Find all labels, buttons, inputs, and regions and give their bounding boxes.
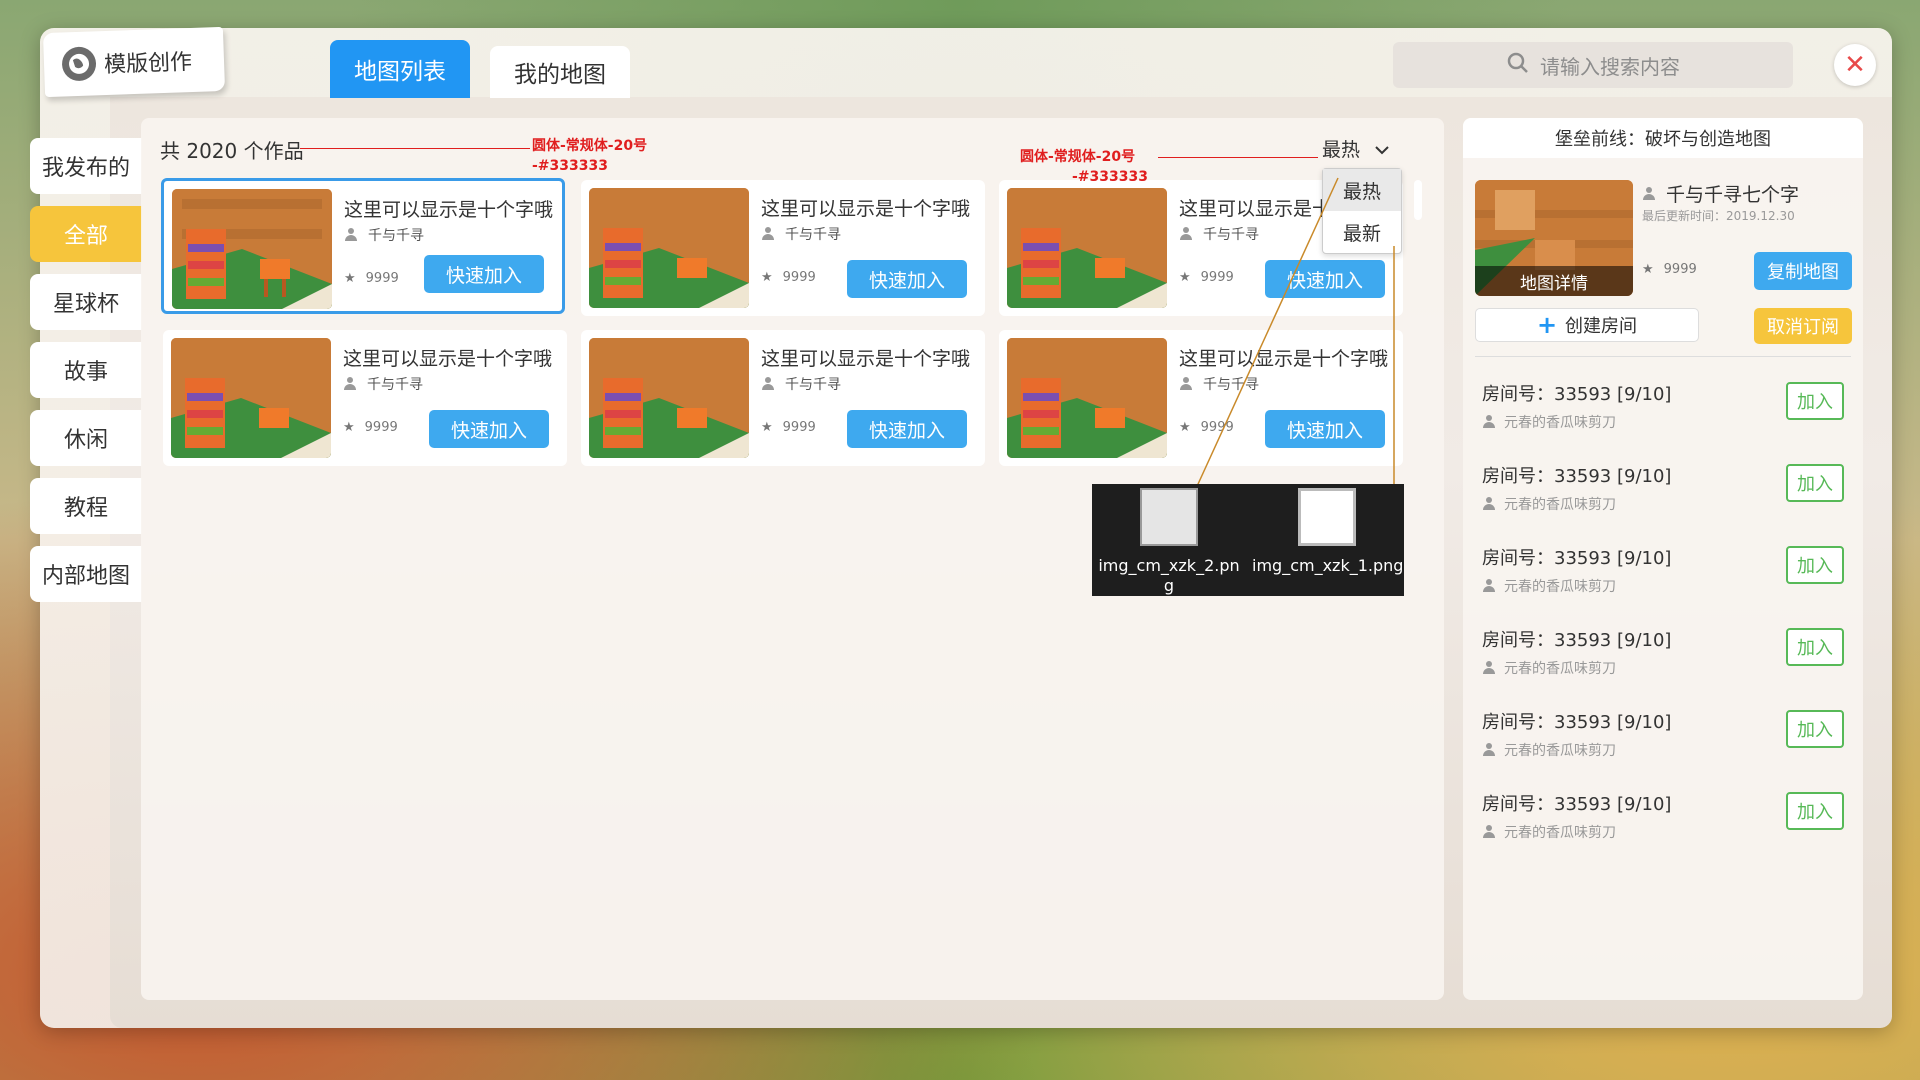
person-icon <box>1482 825 1496 839</box>
owner-name: 元春的香瓜味剪刀 <box>1504 661 1616 677</box>
plus-icon: + <box>1536 311 1558 339</box>
person-icon <box>1482 743 1496 757</box>
join-room-button[interactable]: 加入 <box>1786 792 1844 830</box>
asset-item: img_cm_xzk_1.png <box>1252 488 1404 576</box>
join-room-button[interactable]: 加入 <box>1786 710 1844 748</box>
join-room-button[interactable]: 加入 <box>1786 464 1844 502</box>
room-row: 房间号：33593 [9/10] 元春的香瓜味剪刀 加入 <box>1482 462 1852 532</box>
room-row: 房间号：33593 [9/10] 元春的香瓜味剪刀 加入 <box>1482 790 1852 860</box>
owner-name: 元春的香瓜味剪刀 <box>1504 825 1616 841</box>
owner-name: 元春的香瓜味剪刀 <box>1504 579 1616 595</box>
person-icon <box>1482 415 1496 429</box>
author-name: 千与千寻七个字 <box>1666 184 1800 206</box>
person-icon <box>1482 497 1496 511</box>
room-number: 房间号：33593 [9/10] <box>1482 384 1672 405</box>
room-owner: 元春的香瓜味剪刀 <box>1482 494 1616 514</box>
rating-value: 9999 <box>1663 262 1697 277</box>
star-icon: ★ <box>1642 262 1654 277</box>
room-number: 房间号：33593 [9/10] <box>1482 466 1672 487</box>
owner-name: 元春的香瓜味剪刀 <box>1504 743 1616 759</box>
room-row: 房间号：33593 [9/10] 元春的香瓜味剪刀 加入 <box>1482 708 1852 778</box>
room-row: 房间号：33593 [9/10] 元春的香瓜味剪刀 加入 <box>1482 544 1852 614</box>
detail-header: 堡垒前线：破坏与创造地图 <box>1463 118 1863 158</box>
room-row: 房间号：33593 [9/10] 元春的香瓜味剪刀 加入 <box>1482 626 1852 696</box>
person-icon <box>1642 186 1656 201</box>
join-room-button[interactable]: 加入 <box>1786 628 1844 666</box>
unsubscribe-button[interactable]: 取消订阅 <box>1754 308 1852 344</box>
map-detail-label: 地图详情 <box>1475 266 1633 296</box>
asset-preview: img_cm_xzk_2.png img_cm_xzk_1.png <box>1092 484 1404 596</box>
room-owner: 元春的香瓜味剪刀 <box>1482 576 1616 596</box>
room-owner: 元春的香瓜味剪刀 <box>1482 658 1616 678</box>
join-room-button[interactable]: 加入 <box>1786 382 1844 420</box>
asset-filename: img_cm_xzk_1.png <box>1252 556 1404 575</box>
asset-item: img_cm_xzk_2.png <box>1094 488 1244 596</box>
room-owner: 元春的香瓜味剪刀 <box>1482 412 1616 432</box>
divider <box>1475 356 1851 357</box>
copy-map-button[interactable]: 复制地图 <box>1754 252 1852 290</box>
room-owner: 元春的香瓜味剪刀 <box>1482 822 1616 842</box>
owner-name: 元春的香瓜味剪刀 <box>1504 497 1616 513</box>
room-row: 房间号：33593 [9/10] 元春的香瓜味剪刀 加入 <box>1482 380 1852 450</box>
person-icon <box>1482 579 1496 593</box>
last-updated: 最后更新时间：2019.12.30 <box>1642 209 1795 223</box>
person-icon <box>1482 661 1496 675</box>
owner-name: 元春的香瓜味剪刀 <box>1504 415 1616 431</box>
join-room-button[interactable]: 加入 <box>1786 546 1844 584</box>
room-owner: 元春的香瓜味剪刀 <box>1482 740 1616 760</box>
detail-rating: ★ 9999 <box>1642 262 1697 277</box>
room-number: 房间号：33593 [9/10] <box>1482 548 1672 569</box>
asset-thumbnail <box>1140 488 1198 546</box>
detail-author: 千与千寻七个字 <box>1642 180 1799 207</box>
asset-thumbnail <box>1298 488 1356 546</box>
room-number: 房间号：33593 [9/10] <box>1482 630 1672 651</box>
create-room-button[interactable]: + 创建房间 <box>1475 308 1699 342</box>
detail-thumbnail[interactable]: 地图详情 <box>1475 180 1633 296</box>
room-number: 房间号：33593 [9/10] <box>1482 794 1672 815</box>
room-number: 房间号：33593 [9/10] <box>1482 712 1672 733</box>
asset-filename: img_cm_xzk_2.png <box>1098 556 1240 595</box>
create-room-label: 创建房间 <box>1565 316 1638 337</box>
